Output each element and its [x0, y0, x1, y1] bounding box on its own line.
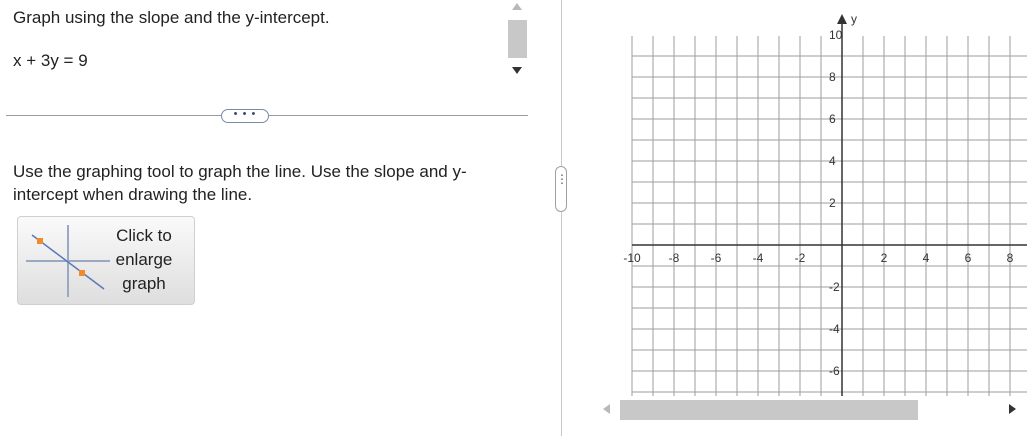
x-tick-label: -6: [711, 251, 722, 265]
x-tick-label: -4: [753, 251, 764, 265]
y-tick-label: 8: [829, 70, 836, 84]
vertical-scrollbar-thumb[interactable]: [508, 20, 527, 58]
horizontal-scrollbar-thumb[interactable]: [620, 400, 918, 420]
show-more-button[interactable]: • • •: [221, 109, 269, 123]
y-axis-label: y: [851, 12, 857, 26]
pane-divider: [561, 0, 562, 436]
x-tick-label: -2: [795, 251, 806, 265]
scroll-down-arrow-icon[interactable]: [512, 67, 522, 74]
question-equation: x + 3y = 9: [13, 51, 88, 70]
scroll-right-arrow-icon[interactable]: [1009, 404, 1016, 414]
y-tick-label: 6: [829, 112, 836, 126]
y-tick-label: 10: [829, 28, 843, 42]
pane-resize-handle[interactable]: ⋮: [555, 166, 568, 212]
x-tick-label: -10: [623, 251, 641, 265]
scroll-left-arrow-icon[interactable]: [603, 404, 610, 414]
y-axis-arrow-icon: [837, 14, 847, 24]
y-tick-label: 4: [829, 154, 836, 168]
x-tick-label: 2: [881, 251, 888, 265]
question-title: Graph using the slope and the y-intercep…: [13, 8, 330, 27]
graphing-grid[interactable]: -10 -8 -6 -4 -2 2 4 6 8 10 8 6 4 2 -2 -4 -6 y: [570, 0, 1027, 400]
x-tick-label: 8: [1007, 251, 1014, 265]
grid-lines: [631, 36, 1027, 396]
y-tick-label: -4: [829, 322, 840, 336]
x-tick-label: 4: [923, 251, 930, 265]
enlarge-graph-label: Click to enlarge graph: [115, 226, 173, 293]
x-tick-label: 6: [965, 251, 972, 265]
instructions-text: Use the graphing tool to graph the line.…: [13, 162, 467, 204]
graph-line-icon: [26, 225, 110, 297]
y-tick-label: 2: [829, 196, 836, 210]
scroll-up-arrow-icon[interactable]: [512, 3, 522, 10]
y-tick-label: -6: [829, 364, 840, 378]
enlarge-graph-button[interactable]: Click to enlarge graph: [17, 216, 195, 305]
x-tick-label: -8: [669, 251, 680, 265]
y-tick-label: -2: [829, 280, 840, 294]
